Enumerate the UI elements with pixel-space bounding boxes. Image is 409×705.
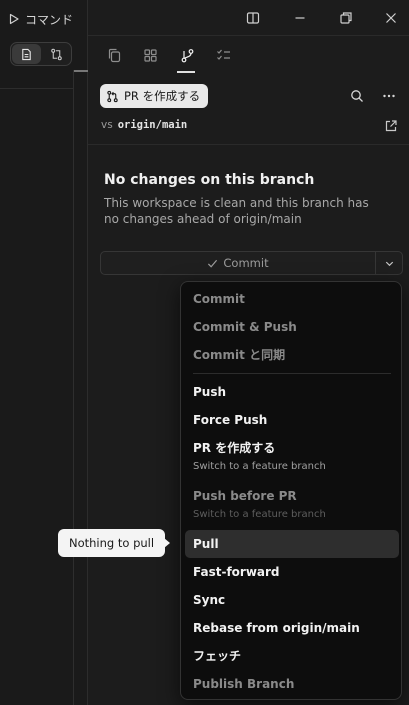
more-icon bbox=[383, 94, 395, 98]
tab-copy[interactable] bbox=[104, 45, 124, 65]
view-toggle bbox=[10, 42, 72, 66]
empty-state-description: This workspace is clean and this branch … bbox=[104, 196, 369, 226]
commit-button[interactable]: Commit bbox=[101, 252, 375, 274]
menu-item-commit[interactable]: Commit bbox=[185, 292, 399, 306]
tab-git[interactable] bbox=[177, 45, 197, 65]
command-label: コマンド bbox=[25, 12, 74, 27]
base-branch: origin/main bbox=[117, 119, 188, 131]
create-pr-button[interactable]: PR を作成する bbox=[100, 84, 209, 108]
restore-button[interactable] bbox=[337, 9, 355, 27]
create-pr-label: PR を作成する bbox=[124, 89, 201, 103]
file-icon bbox=[22, 48, 31, 60]
branch-comparison: vs origin/main bbox=[101, 119, 187, 131]
more-options-button[interactable] bbox=[380, 87, 398, 105]
left-divider bbox=[0, 88, 73, 89]
vs-label: vs bbox=[101, 119, 113, 131]
menu-item-force-push[interactable]: Force Push bbox=[185, 413, 399, 427]
chevron-down-icon bbox=[385, 261, 393, 266]
play-icon bbox=[9, 13, 19, 25]
search-button[interactable] bbox=[348, 87, 366, 105]
command-button[interactable]: コマンド bbox=[8, 8, 73, 30]
menu-item-publish-branch[interactable]: Publish Branch bbox=[185, 677, 399, 691]
resize-handle[interactable] bbox=[74, 70, 88, 72]
search-icon bbox=[351, 90, 363, 102]
minimize-icon bbox=[295, 17, 305, 19]
active-tab-indicator bbox=[177, 71, 195, 73]
check-icon bbox=[208, 259, 218, 268]
menu-item-create-pr[interactable]: PR を作成する Switch to a feature branch bbox=[185, 441, 399, 473]
left-panel: コマンド bbox=[0, 0, 88, 705]
files-view-button[interactable] bbox=[12, 44, 41, 64]
compare-icon bbox=[51, 48, 62, 60]
tooltip-text: Nothing to pull bbox=[69, 536, 155, 550]
panel-tabs bbox=[88, 36, 409, 74]
copy-icon bbox=[108, 48, 120, 62]
sidebar-toggle-icon bbox=[246, 12, 260, 24]
menu-item-push[interactable]: Push bbox=[185, 385, 399, 399]
external-link-icon bbox=[385, 120, 397, 132]
empty-state-title: No changes on this branch bbox=[104, 172, 315, 188]
commit-split-button: Commit bbox=[100, 251, 403, 275]
menu-separator bbox=[193, 373, 391, 374]
git-branch-icon bbox=[181, 48, 193, 62]
tab-grid[interactable] bbox=[140, 45, 160, 65]
title-bar bbox=[88, 0, 409, 36]
restore-icon bbox=[340, 12, 352, 24]
checklist-icon bbox=[216, 49, 230, 60]
toolbar-divider bbox=[88, 144, 409, 145]
close-button[interactable] bbox=[382, 9, 400, 27]
menu-item-rebase[interactable]: Rebase from origin/main bbox=[185, 621, 399, 635]
menu-item-commit-and-push[interactable]: Commit & Push bbox=[185, 320, 399, 334]
commit-options-button[interactable] bbox=[375, 252, 402, 274]
grid-icon bbox=[143, 48, 157, 62]
menu-item-commit-and-sync[interactable]: Commit と同期 bbox=[185, 348, 399, 362]
menu-item-fetch[interactable]: フェッチ bbox=[185, 649, 399, 663]
menu-item-pull[interactable]: Pull bbox=[185, 530, 399, 558]
minimize-button[interactable] bbox=[291, 9, 309, 27]
tab-checklist[interactable] bbox=[213, 45, 233, 65]
open-external-button[interactable] bbox=[382, 117, 400, 135]
pull-request-icon bbox=[107, 90, 118, 102]
menu-item-fast-forward[interactable]: Fast-forward bbox=[185, 565, 399, 579]
commit-label: Commit bbox=[223, 256, 269, 270]
menu-item-push-before-pr[interactable]: Push before PR Switch to a feature branc… bbox=[185, 489, 399, 521]
sidebar-toggle-button[interactable] bbox=[244, 9, 262, 27]
commit-options-menu: Commit Commit & Push Commit と同期 Push For… bbox=[180, 281, 402, 700]
changes-view-button[interactable] bbox=[42, 43, 71, 65]
close-icon bbox=[386, 13, 396, 23]
tooltip-arrow bbox=[164, 538, 170, 548]
panel-border bbox=[73, 70, 74, 705]
menu-item-sync[interactable]: Sync bbox=[185, 593, 399, 607]
pull-tooltip: Nothing to pull bbox=[58, 529, 166, 557]
